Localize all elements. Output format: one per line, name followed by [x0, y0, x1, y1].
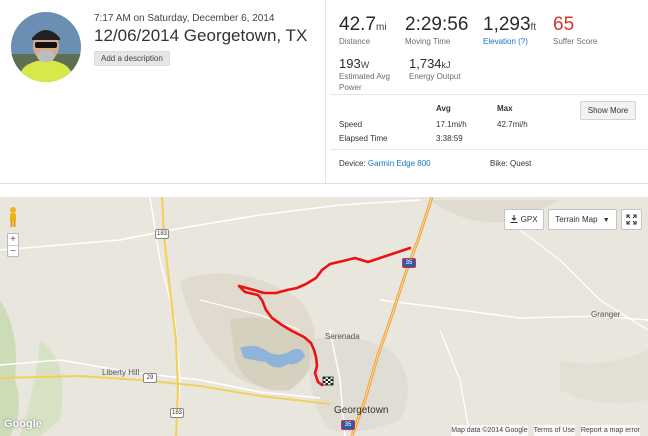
distance-unit: mi: [375, 22, 387, 33]
speed-avg: 17.1mi/h: [436, 120, 467, 129]
col-max-header: Max: [497, 104, 513, 113]
place-serenada: Serenada: [325, 332, 360, 341]
map-type-dropdown[interactable]: Terrain Map ▼: [548, 209, 617, 230]
power-value: 193: [339, 56, 361, 71]
power-label-line1: Estimated Avg: [339, 72, 390, 81]
place-liberty-hill: Liberty Hill: [102, 368, 140, 377]
finish-flag-icon[interactable]: [322, 376, 334, 386]
distance-value: 42.7: [339, 14, 376, 35]
terms-of-use-link[interactable]: Terms of Use: [533, 425, 575, 436]
header-divider: [0, 183, 648, 184]
elapsed-time-label: Elapsed Time: [339, 134, 388, 143]
zoom-in-button[interactable]: +: [8, 234, 18, 245]
device-link[interactable]: Garmin Edge 800: [368, 159, 431, 168]
zoom-control: + −: [7, 233, 19, 257]
energy-label: Energy Output: [409, 72, 461, 81]
report-map-error-link[interactable]: Report a map error: [580, 425, 640, 436]
moving-time-label: Moving Time: [405, 37, 451, 46]
distance-label: Distance: [339, 37, 371, 46]
energy-unit: kJ: [441, 60, 451, 70]
power-label-line2: Power: [339, 83, 362, 92]
show-more-button[interactable]: Show More: [580, 101, 636, 120]
elevation-help-link[interactable]: Elevation (?): [483, 37, 536, 46]
activity-title: 12/06/2014 Georgetown, TX: [94, 26, 308, 45]
table-divider: [330, 149, 648, 150]
place-granger: Granger: [591, 310, 621, 319]
route-map[interactable]: [0, 197, 648, 436]
pegman-icon[interactable]: [6, 206, 20, 228]
moving-time-value: 2:29:56: [405, 14, 469, 35]
gpx-label: GPX: [520, 215, 538, 224]
map-canvas: [0, 197, 648, 436]
stat-power: 193W Estimated Avg Power: [339, 56, 390, 93]
stats-divider: [330, 94, 648, 95]
speed-label: Speed: [339, 120, 363, 129]
stat-moving-time: 2:29:56 Moving Time: [405, 14, 468, 46]
activity-datetime: 7:17 AM on Saturday, December 6, 2014: [94, 13, 275, 24]
suffer-score-value: 65: [553, 14, 575, 35]
interstate-35-shield-south: 35: [341, 420, 355, 430]
avatar[interactable]: [11, 12, 81, 82]
zoom-out-button[interactable]: −: [8, 246, 18, 257]
route-183-shield: 183: [155, 229, 169, 239]
device-info: Device: Garmin Edge 800: [339, 159, 431, 168]
vertical-divider: [325, 0, 326, 183]
suffer-score-label: Suffer Score: [553, 37, 598, 46]
speed-max: 42.7mi/h: [497, 120, 528, 129]
bike-label: Bike:: [490, 159, 508, 168]
route-183-shield-south: 183: [170, 408, 184, 418]
elevation-unit: ft: [530, 22, 537, 33]
fullscreen-button[interactable]: [621, 209, 642, 230]
bike-info: Bike: Quest: [490, 159, 531, 168]
add-description-button[interactable]: Add a description: [94, 51, 170, 66]
power-unit: W: [360, 60, 370, 70]
stat-distance: 42.7mi Distance: [339, 14, 387, 46]
fullscreen-icon: [626, 214, 637, 225]
stat-suffer-score: 65 Suffer Score: [553, 14, 597, 46]
bike-value: Quest: [510, 159, 532, 168]
place-georgetown: Georgetown: [334, 405, 389, 416]
route-29-shield: 29: [143, 373, 157, 383]
device-label: Device:: [339, 159, 366, 168]
map-type-label: Terrain Map: [555, 215, 598, 224]
col-avg-header: Avg: [436, 104, 451, 113]
stat-elevation: 1,293ft Elevation (?): [483, 14, 536, 46]
gpx-download-button[interactable]: GPX: [504, 209, 544, 230]
stat-energy: 1,734kJ Energy Output: [409, 56, 461, 82]
map-data-attribution: Map data ©2014 Google: [451, 425, 528, 436]
google-logo: Google: [4, 418, 42, 430]
download-icon: [510, 215, 518, 224]
elapsed-time-value: 3:38:59: [436, 134, 463, 143]
activity-header: 7:17 AM on Saturday, December 6, 2014 12…: [0, 0, 648, 183]
caret-down-icon: ▼: [602, 217, 610, 224]
energy-value: 1,734: [409, 56, 442, 71]
interstate-35-shield: 35: [402, 258, 416, 268]
elevation-value: 1,293: [483, 14, 531, 35]
